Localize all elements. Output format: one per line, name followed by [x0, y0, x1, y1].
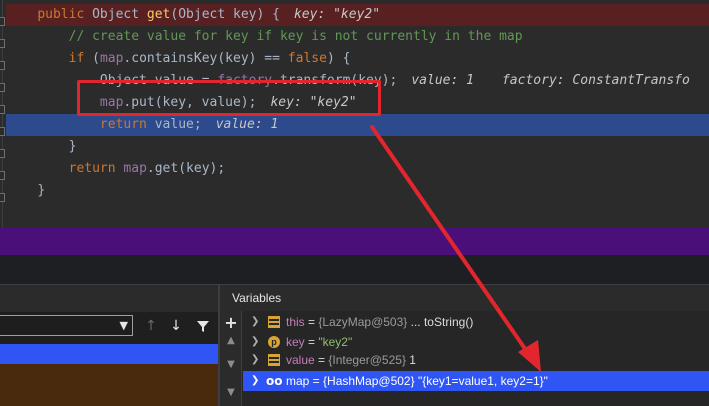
- code-editor[interactable]: public Object get(Object key) { key: "key…: [0, 0, 709, 228]
- arrow-down-icon[interactable]: ↓: [166, 316, 186, 336]
- code-line-close-method[interactable]: }: [6, 180, 709, 202]
- field-icon: [268, 354, 280, 366]
- variable-type: {HashMap@502}: [323, 374, 415, 388]
- field-name: map: [123, 161, 147, 176]
- chevron-down-icon[interactable]: ▼: [220, 387, 242, 398]
- variable-type: {Integer@525}: [328, 353, 406, 367]
- inline-debug-hint: factory: ConstantTransfo: [501, 73, 690, 88]
- variable-value: 1: [405, 353, 416, 367]
- fold-marker[interactable]: [0, 105, 5, 114]
- variable-name: key: [286, 335, 305, 349]
- variable-name: map: [286, 374, 310, 388]
- variables-toolbar: + ▲ ▼ ▼: [220, 311, 242, 406]
- frames-panel-header: [0, 284, 218, 312]
- code-line-return-get[interactable]: return map.get(key);: [6, 158, 709, 180]
- code-text: .containsKey(key) ==: [123, 51, 288, 66]
- variable-row-value[interactable]: ❯ value = {Integer@525} 1: [243, 350, 709, 370]
- code-line-return-value[interactable]: return value; value: 1: [6, 114, 709, 136]
- fold-marker[interactable]: [0, 127, 5, 136]
- inline-debug-hint: value: 1: [215, 117, 279, 132]
- type-name: Object: [92, 7, 147, 22]
- fold-marker[interactable]: [0, 193, 5, 202]
- variable-equals: =: [309, 374, 324, 388]
- filter-icon[interactable]: [193, 316, 213, 336]
- field-name: map: [99, 51, 124, 66]
- variables-panel: Variables + ▲ ▼ ▼ ❯ this = {LazyMap@503}…: [220, 284, 709, 406]
- variable-name: this: [286, 315, 305, 329]
- variables-title: Variables: [232, 291, 282, 305]
- fold-marker[interactable]: [0, 149, 5, 158]
- chevron-down-icon[interactable]: ▼: [220, 359, 242, 370]
- variable-type: {LazyMap@503}: [318, 315, 408, 329]
- chevron-down-icon: ▼: [119, 319, 128, 332]
- code-text: (: [92, 51, 100, 66]
- variable-value[interactable]: ... toString(): [407, 315, 474, 329]
- annotation-highlight-box: [77, 80, 381, 116]
- variable-value: "key2": [318, 335, 353, 349]
- inline-debug-hint: value: 1: [411, 73, 474, 88]
- method-name: get: [146, 7, 171, 22]
- chevron-right-icon[interactable]: ❯: [251, 332, 259, 352]
- code-text: }: [68, 139, 77, 154]
- variable-row-this[interactable]: ❯ this = {LazyMap@503} ... toString(): [243, 312, 709, 332]
- variable-equals: =: [304, 335, 319, 349]
- divider-strip: [0, 228, 709, 255]
- inline-debug-hint: key: "key2": [293, 7, 381, 22]
- thread-selector[interactable]: ▼: [0, 315, 133, 336]
- fold-marker[interactable]: [0, 17, 5, 26]
- fold-marker[interactable]: [0, 83, 5, 92]
- keyword: return: [68, 161, 124, 176]
- code-text: (Object key) {: [170, 7, 280, 22]
- arrow-up-icon[interactable]: ↑: [141, 316, 161, 336]
- tool-window-bar: [0, 255, 709, 284]
- field-icon: [268, 316, 280, 328]
- fold-marker[interactable]: [0, 61, 5, 70]
- code-text: value;: [154, 117, 202, 132]
- code-line-method-signature[interactable]: public Object get(Object key) { key: "key…: [6, 4, 709, 26]
- chevron-right-icon[interactable]: ❯: [251, 312, 259, 332]
- variable-equals: =: [304, 315, 319, 329]
- code-text: .get(key);: [146, 161, 226, 176]
- chevron-right-icon[interactable]: ❯: [251, 371, 259, 391]
- watch-icon: oo: [266, 374, 283, 388]
- chevron-right-icon[interactable]: ❯: [251, 350, 259, 370]
- code-line-if[interactable]: if (map.containsKey(key) == false) {: [6, 48, 709, 70]
- variable-equals: =: [314, 353, 329, 367]
- comment-text: // create value for key if key is not cu…: [68, 29, 523, 44]
- code-line-close-if[interactable]: }: [6, 136, 709, 158]
- chevron-up-icon[interactable]: ▲: [220, 335, 242, 346]
- frame-row[interactable]: [0, 364, 218, 406]
- plus-icon[interactable]: +: [220, 313, 242, 332]
- code-text: ) {: [326, 51, 351, 66]
- variable-row-key[interactable]: ❯ p key = "key2": [243, 332, 709, 352]
- keyword: false: [287, 51, 327, 66]
- code-line-comment[interactable]: // create value for key if key is not cu…: [6, 26, 709, 48]
- variable-row-map[interactable]: ❯ oo map = {HashMap@502} "{key1=value1, …: [243, 371, 709, 391]
- fold-marker[interactable]: [0, 171, 5, 180]
- keyword: return: [99, 117, 155, 132]
- frame-row-selected[interactable]: [0, 344, 218, 364]
- parameter-icon: p: [268, 336, 280, 348]
- fold-marker[interactable]: [0, 39, 5, 48]
- code-text: }: [37, 183, 46, 198]
- keyword: public: [37, 7, 93, 22]
- variables-panel-header: Variables: [220, 284, 709, 311]
- variable-value: "{key1=value1, key2=1}": [414, 374, 548, 388]
- keyword: if: [68, 51, 93, 66]
- variable-name: value: [286, 353, 315, 367]
- frames-panel: ▼ ↑ ↓: [0, 284, 218, 406]
